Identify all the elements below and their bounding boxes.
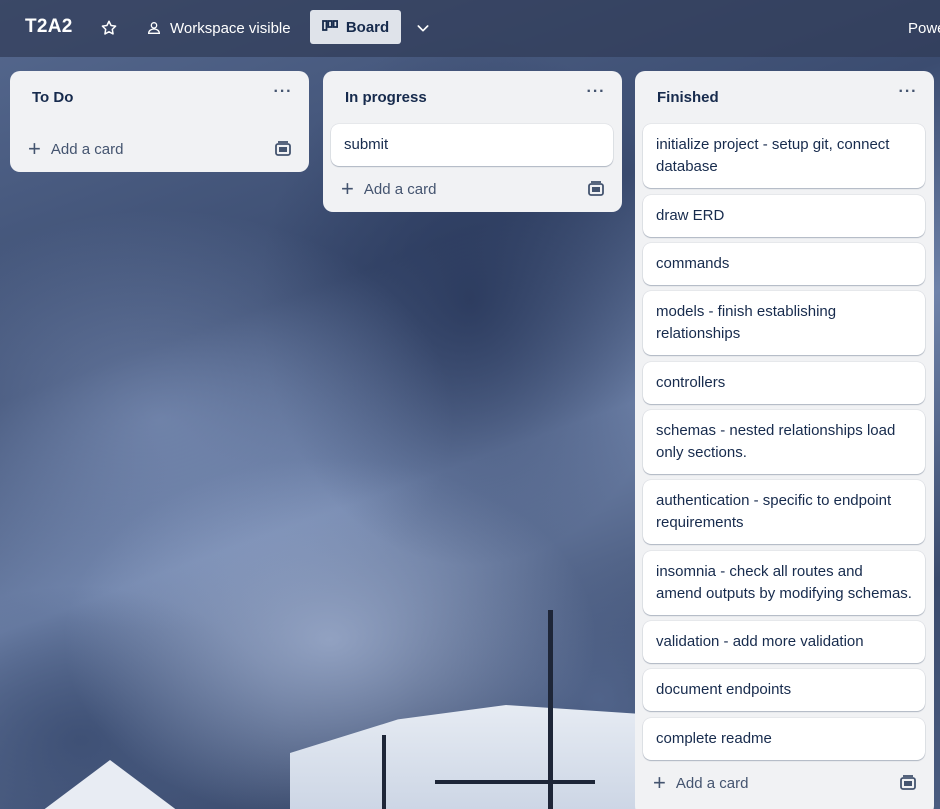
card[interactable]: commands bbox=[643, 243, 925, 285]
add-card-label: Add a card bbox=[675, 774, 749, 792]
chevron-down-icon bbox=[417, 25, 429, 32]
add-card-label: Add a card bbox=[50, 140, 124, 158]
card[interactable]: submit bbox=[331, 124, 613, 166]
star-button[interactable] bbox=[93, 12, 125, 44]
list-title[interactable]: Finished bbox=[657, 89, 719, 106]
card-template-icon[interactable] bbox=[899, 774, 917, 792]
board-view-button[interactable]: Board bbox=[310, 10, 401, 44]
more-icon[interactable]: ··· bbox=[896, 84, 920, 109]
list-title[interactable]: To Do bbox=[32, 89, 73, 106]
add-card-button[interactable]: + Add a card bbox=[341, 177, 436, 201]
power-ups-button[interactable]: Power-Ups bbox=[898, 12, 940, 44]
workspace-visibility-label: Workspace visible bbox=[170, 19, 291, 37]
card[interactable]: controllers bbox=[643, 362, 925, 404]
board-view-label: Board bbox=[345, 18, 390, 36]
card-template-icon[interactable] bbox=[587, 180, 605, 198]
star-icon bbox=[101, 20, 117, 35]
list-finished: Finished ··· initialize project - setup … bbox=[635, 71, 934, 809]
plus-icon: + bbox=[653, 770, 666, 795]
list-header: To Do ··· bbox=[10, 71, 309, 123]
add-card-label: Add a card bbox=[363, 180, 437, 198]
board-title[interactable]: T2A2 bbox=[25, 16, 73, 38]
add-card-button[interactable]: + Add a card bbox=[28, 137, 123, 161]
card[interactable]: initialize project - setup git, connect … bbox=[643, 124, 925, 188]
more-icon[interactable]: ··· bbox=[584, 84, 608, 109]
card[interactable]: insomnia - check all routes and amend ou… bbox=[643, 551, 925, 615]
add-card-button[interactable]: + Add a card bbox=[653, 771, 748, 795]
card[interactable]: document endpoints bbox=[643, 669, 925, 711]
more-icon[interactable]: ··· bbox=[271, 84, 295, 109]
list-header: In progress ··· bbox=[323, 71, 622, 123]
workspace-icon bbox=[147, 22, 161, 34]
view-switcher-dropdown[interactable] bbox=[407, 12, 439, 44]
plus-icon: + bbox=[341, 176, 354, 201]
background-pole bbox=[382, 735, 386, 809]
card[interactable]: complete readme bbox=[643, 718, 925, 760]
list-header: Finished ··· bbox=[635, 71, 934, 123]
workspace-visibility-button[interactable]: Workspace visible bbox=[142, 12, 295, 44]
background-snow bbox=[290, 705, 650, 809]
board-header: T2A2 Workspace visible Board Power-Ups bbox=[0, 0, 940, 57]
card[interactable]: authentication - specific to endpoint re… bbox=[643, 480, 925, 544]
power-ups-label: Power-Ups bbox=[908, 19, 940, 37]
card[interactable]: draw ERD bbox=[643, 195, 925, 237]
background-fence bbox=[435, 780, 595, 784]
board-view-icon bbox=[321, 20, 338, 31]
background-house-roof bbox=[30, 760, 190, 809]
card-template-icon[interactable] bbox=[274, 140, 292, 158]
card[interactable]: models - finish establishing relationshi… bbox=[643, 291, 925, 355]
list-title[interactable]: In progress bbox=[345, 89, 427, 106]
list-in-progress: In progress ··· submit + Add a card bbox=[323, 71, 622, 212]
list-todo: To Do ··· + Add a card bbox=[10, 71, 309, 172]
plus-icon: + bbox=[28, 136, 41, 161]
card[interactable]: schemas - nested relationships load only… bbox=[643, 410, 925, 474]
card[interactable]: validation - add more validation bbox=[643, 621, 925, 663]
